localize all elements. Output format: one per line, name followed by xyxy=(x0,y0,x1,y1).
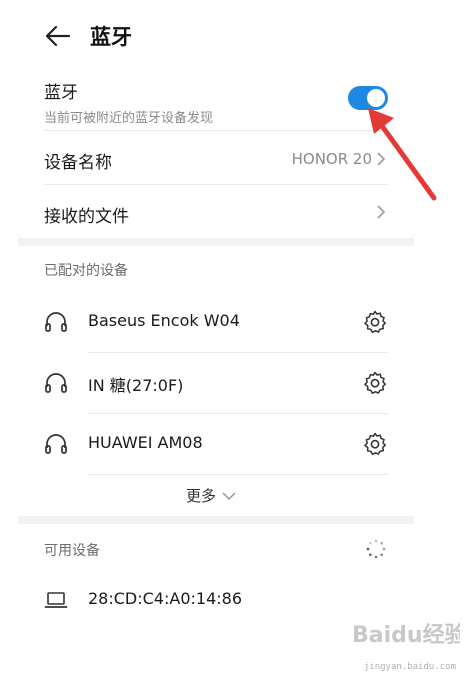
loading-spinner-icon xyxy=(366,539,386,559)
divider xyxy=(88,413,388,414)
annotation-arrow xyxy=(368,108,437,201)
paired-device-item[interactable]: IN 糖(27:0F) xyxy=(44,363,388,403)
section-separator xyxy=(18,238,414,246)
app-header: 蓝牙 xyxy=(0,0,470,76)
divider xyxy=(44,184,388,185)
bluetooth-toggle-row[interactable]: 蓝牙 当前可被附近的蓝牙设备发现 xyxy=(44,78,388,126)
watermark-text: Baidu经验 xyxy=(352,622,460,648)
back-arrow-icon[interactable] xyxy=(44,22,72,50)
divider xyxy=(44,130,388,131)
gear-icon[interactable] xyxy=(362,370,388,396)
gear-icon[interactable] xyxy=(362,431,388,457)
page-title: 蓝牙 xyxy=(90,25,132,49)
watermark-logo: Baidu经验 xyxy=(352,622,460,648)
bluetooth-label: 蓝牙 xyxy=(44,83,78,103)
device-name: HUAWEI AM08 xyxy=(88,433,203,452)
available-device-item[interactable]: 28:CD:C4:A0:14:86 xyxy=(44,580,388,620)
received-files-label: 接收的文件 xyxy=(44,207,129,227)
bluetooth-subtitle: 当前可被附近的蓝牙设备发现 xyxy=(44,111,214,126)
watermark-url: jingyan.baidu.com xyxy=(363,662,456,672)
more-button[interactable]: 更多 xyxy=(186,485,236,506)
divider xyxy=(88,474,388,475)
more-label: 更多 xyxy=(186,487,217,505)
paired-devices-title: 已配对的设备 xyxy=(44,263,128,279)
section-separator xyxy=(18,516,414,524)
paired-device-item[interactable]: Baseus Encok W04 xyxy=(44,302,388,342)
chevron-down-icon xyxy=(222,492,236,501)
received-files-row[interactable]: 接收的文件 xyxy=(44,202,388,227)
device-name: 28:CD:C4:A0:14:86 xyxy=(88,589,242,608)
divider xyxy=(88,352,388,353)
headphones-icon xyxy=(45,373,67,393)
device-name: Baseus Encok W04 xyxy=(88,311,240,330)
paired-device-item[interactable]: HUAWEI AM08 xyxy=(44,424,388,464)
headphones-icon xyxy=(45,312,67,332)
gear-icon[interactable] xyxy=(362,309,388,335)
available-devices-title: 可用设备 xyxy=(44,543,100,559)
headphones-icon xyxy=(45,434,67,454)
laptop-icon xyxy=(44,592,68,608)
device-name: IN 糖(27:0F) xyxy=(88,376,184,395)
